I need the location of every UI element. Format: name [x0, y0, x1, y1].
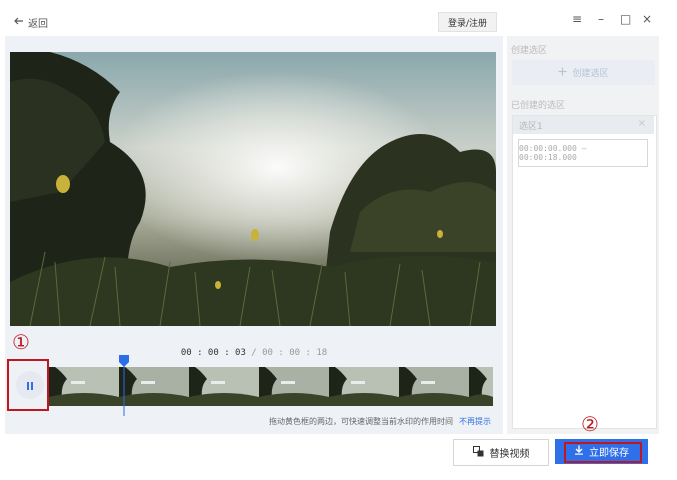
timeline-strip[interactable]: [49, 367, 493, 406]
annotation-number-1: ①: [12, 330, 30, 354]
video-preview[interactable]: [10, 52, 496, 326]
back-label: 返回: [28, 19, 48, 30]
replace-video-button[interactable]: 替换视频: [453, 439, 549, 466]
create-selection-title: 创建选区: [511, 46, 548, 56]
close-icon[interactable]: ×: [642, 12, 652, 26]
time-display: 00 : 00 : 03 / 00 : 00 : 18: [5, 348, 503, 358]
back-button[interactable]: 返回: [14, 15, 48, 30]
delete-selection-icon[interactable]: ×: [638, 118, 646, 129]
pause-icon: [25, 376, 35, 395]
arrow-left-icon: [14, 16, 24, 29]
timeline-hint: 拖动黄色框的两边，可快速调整当前水印的作用时间 不再提示: [269, 416, 491, 427]
maximize-icon[interactable]: □: [620, 12, 631, 26]
total-time: / 00 : 00 : 18: [245, 348, 328, 358]
selection-item[interactable]: 选区1 ×: [513, 116, 654, 134]
selection-time-range[interactable]: 00:00:00.000 — 00:00:18.000: [518, 139, 648, 167]
top-bar: 返回 登录/注册 ≡ – □ ×: [0, 0, 677, 40]
replace-icon: [472, 445, 484, 460]
minimize-icon[interactable]: –: [598, 12, 604, 26]
replace-video-label: 替换视频: [489, 449, 530, 460]
video-frame-image: [10, 52, 496, 326]
pause-button[interactable]: [16, 371, 44, 399]
dont-show-again-link[interactable]: 不再提示: [459, 417, 491, 426]
create-selection-label: 创建选区: [572, 69, 609, 79]
selection-name: 选区1: [519, 122, 543, 132]
create-selection-button[interactable]: 创建选区: [512, 60, 655, 85]
hint-text: 拖动黄色框的两边，可快速调整当前水印的作用时间: [269, 417, 453, 426]
current-time: 00 : 00 : 03: [180, 348, 246, 358]
login-register-button[interactable]: 登录/注册: [438, 12, 497, 32]
plus-icon: [558, 67, 567, 79]
pause-button-wrapper: [12, 365, 48, 405]
annotation-number-2: ②: [581, 412, 599, 436]
annotation-box-save: [564, 442, 642, 463]
playhead-marker[interactable]: [118, 354, 130, 416]
timeline-thumbnails: [49, 367, 493, 406]
menu-icon[interactable]: ≡: [572, 12, 582, 26]
created-selections-title: 已创建的选区: [511, 101, 566, 111]
